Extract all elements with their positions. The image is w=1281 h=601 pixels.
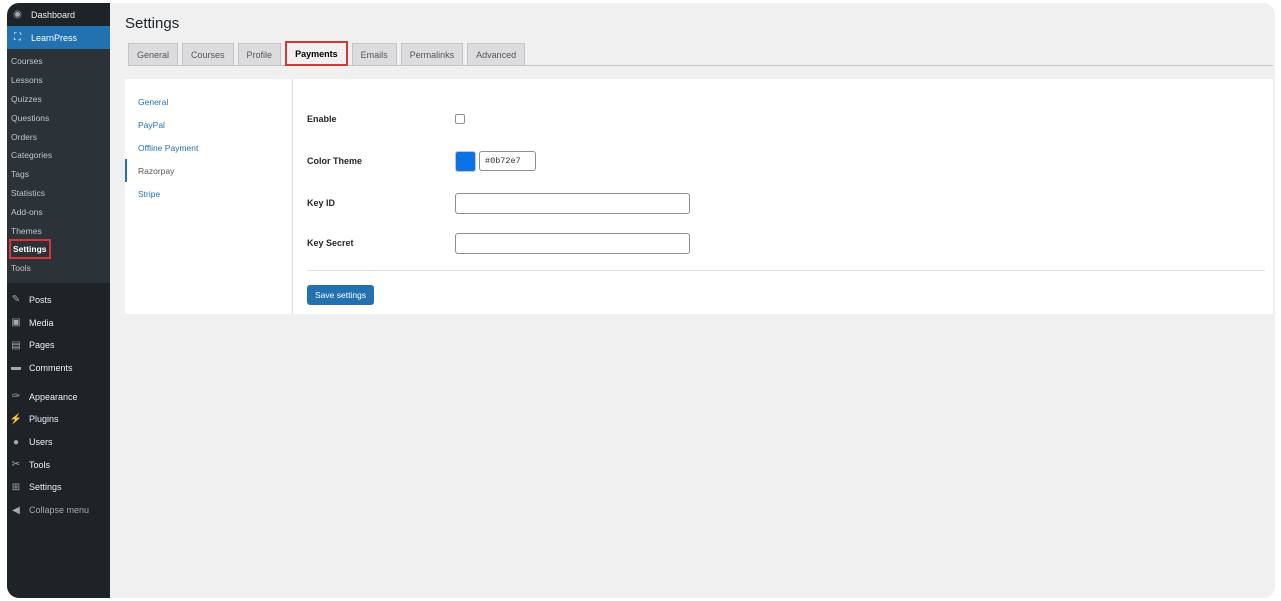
tab-payments[interactable]: Payments: [285, 41, 348, 66]
submenu-questions[interactable]: Questions: [7, 108, 110, 127]
color-swatch[interactable]: [455, 151, 476, 172]
tab-profile[interactable]: Profile: [238, 43, 282, 65]
key-secret-input[interactable]: [455, 233, 690, 254]
user-icon: ●: [9, 436, 23, 448]
payments-panel: General PayPal Offline Payment Razorpay …: [125, 79, 1273, 314]
learnpress-submenu: Courses Lessons Quizzes Questions Orders…: [7, 49, 110, 283]
submenu-add-ons[interactable]: Add-ons: [7, 202, 110, 221]
graduation-cap-icon: ⛶: [11, 31, 24, 44]
razorpay-form: Enable Color Theme #0b72e7 Key ID Key Se…: [307, 79, 1265, 314]
menu-settings[interactable]: ⊞ Settings: [7, 476, 110, 499]
submenu-tags[interactable]: Tags: [7, 165, 110, 184]
admin-sidebar: ◉ Dashboard ⛶ LearnPress Courses Lessons…: [7, 3, 110, 598]
key-id-input[interactable]: [455, 193, 690, 214]
enable-label: Enable: [307, 114, 455, 124]
plug-icon: ⚡: [9, 413, 23, 425]
submenu-settings[interactable]: Settings: [7, 240, 110, 259]
pages-icon: ▤: [9, 339, 23, 351]
menu-pages[interactable]: ▤ Pages: [7, 334, 110, 357]
menu-posts[interactable]: ✎ Posts: [7, 289, 110, 312]
submenu-statistics[interactable]: Statistics: [7, 184, 110, 203]
menu-learnpress[interactable]: ⛶ LearnPress: [7, 26, 110, 49]
subnav-razorpay[interactable]: Razorpay: [125, 159, 292, 182]
page-title: Settings: [125, 15, 179, 32]
dashboard-icon: ◉: [11, 8, 24, 21]
comment-icon: ▬: [9, 362, 23, 374]
submenu-tools[interactable]: Tools: [7, 259, 110, 278]
save-settings-button[interactable]: Save settings: [307, 285, 374, 305]
settings-sliders-icon: ⊞: [9, 481, 23, 493]
main-content: Settings General Courses Profile Payment…: [125, 3, 1275, 598]
tab-general[interactable]: General: [128, 43, 178, 65]
submenu-lessons[interactable]: Lessons: [7, 71, 110, 90]
menu-appearance[interactable]: ✑ Appearance: [7, 385, 110, 408]
key-id-label: Key ID: [307, 198, 455, 208]
tab-emails[interactable]: Emails: [352, 43, 397, 65]
tab-advanced[interactable]: Advanced: [467, 43, 525, 65]
enable-checkbox[interactable]: [455, 114, 465, 124]
menu-tools[interactable]: ✂ Tools: [7, 453, 110, 476]
key-secret-row: Key Secret: [307, 231, 1265, 255]
key-id-row: Key ID: [307, 191, 1265, 215]
subnav-offline-payment[interactable]: Offline Payment: [125, 136, 292, 159]
submenu-categories[interactable]: Categories: [7, 146, 110, 165]
payment-subnav: General PayPal Offline Payment Razorpay …: [125, 79, 293, 314]
subnav-general[interactable]: General: [125, 90, 292, 113]
color-theme-label: Color Theme: [307, 156, 455, 166]
paintbrush-icon: ✑: [9, 391, 23, 403]
subnav-stripe[interactable]: Stripe: [125, 182, 292, 205]
tab-courses[interactable]: Courses: [182, 43, 234, 65]
menu-comments[interactable]: ▬ Comments: [7, 357, 110, 380]
form-divider: [307, 270, 1265, 271]
media-icon: ▣: [9, 317, 23, 329]
submenu-quizzes[interactable]: Quizzes: [7, 90, 110, 109]
menu-learnpress-label: LearnPress: [31, 33, 77, 43]
submenu-orders[interactable]: Orders: [7, 127, 110, 146]
collapse-arrow-icon: ◀: [9, 504, 23, 516]
menu-collapse[interactable]: ◀ Collapse menu: [7, 499, 110, 522]
color-hex-input[interactable]: #0b72e7: [479, 151, 536, 171]
settings-tabs: General Courses Profile Payments Emails …: [128, 43, 1273, 66]
enable-row: Enable: [307, 107, 1265, 131]
app-frame: ◉ Dashboard ⛶ LearnPress Courses Lessons…: [7, 3, 1275, 598]
wrench-icon: ✂: [9, 459, 23, 471]
submenu-themes[interactable]: Themes: [7, 221, 110, 240]
pin-icon: ✎: [9, 294, 23, 306]
key-secret-label: Key Secret: [307, 238, 455, 248]
menu-dashboard-label: Dashboard: [31, 10, 75, 20]
submenu-courses[interactable]: Courses: [7, 52, 110, 71]
subnav-paypal[interactable]: PayPal: [125, 113, 292, 136]
menu-media[interactable]: ▣ Media: [7, 311, 110, 334]
menu-plugins[interactable]: ⚡ Plugins: [7, 408, 110, 431]
color-theme-row: Color Theme #0b72e7: [307, 149, 1265, 173]
menu-users[interactable]: ● Users: [7, 431, 110, 454]
tab-permalinks[interactable]: Permalinks: [401, 43, 464, 65]
menu-dashboard[interactable]: ◉ Dashboard: [7, 3, 110, 26]
